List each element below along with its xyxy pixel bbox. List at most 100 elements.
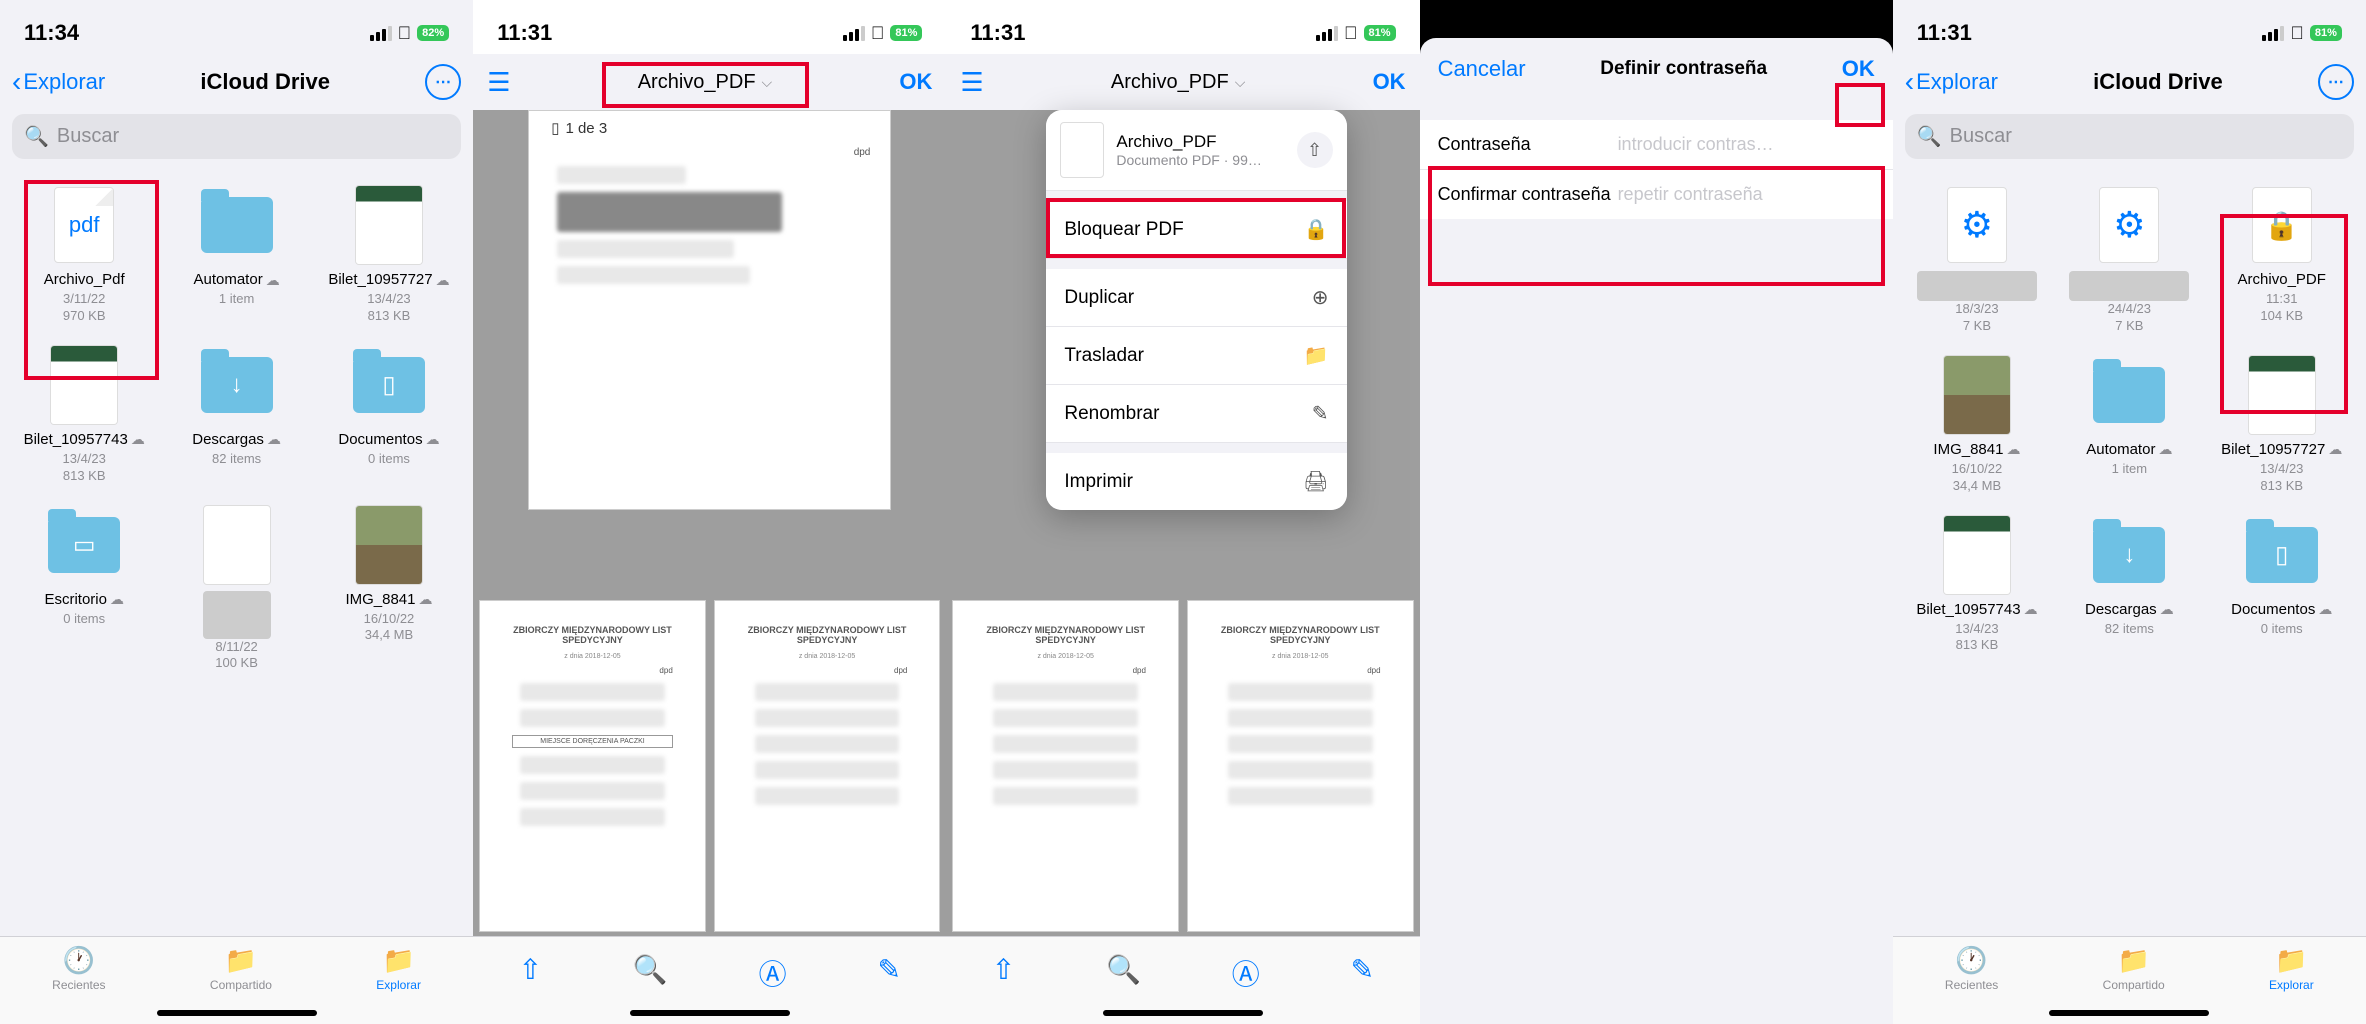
- search-icon[interactable]: 🔍: [633, 953, 668, 986]
- brand-label: dpd: [549, 147, 870, 158]
- menu-duplicate[interactable]: Duplicar⊕: [1046, 269, 1346, 327]
- status-bar: 11:31 􀙇 81%: [473, 0, 946, 54]
- clock-icon: 🕐: [1955, 945, 1987, 976]
- file-item[interactable]: Automator☁︎1 item: [2053, 349, 2205, 501]
- file-item[interactable]: ▭Escritorio☁︎0 items: [8, 499, 160, 679]
- menu-label: Bloquear PDF: [1064, 219, 1183, 241]
- status-icons: 􀙇 81%: [2262, 23, 2342, 44]
- menu-move[interactable]: Trasladar📁: [1046, 327, 1346, 385]
- markup-icon[interactable]: Ⓐ: [759, 953, 787, 993]
- tab-browse[interactable]: 📁Explorar: [376, 945, 421, 1024]
- list-icon[interactable]: ☰: [960, 67, 983, 98]
- file-size: 970 KB: [63, 308, 106, 325]
- file-meta: 0 items: [63, 611, 105, 628]
- file-name: Descargas☁︎: [2085, 601, 2174, 619]
- cloud-icon: ☁︎: [2318, 601, 2332, 618]
- list-icon[interactable]: ☰: [487, 67, 510, 98]
- menu-lock-pdf[interactable]: Bloquear PDF🔒: [1046, 201, 1346, 259]
- menu-print[interactable]: Imprimir🖨: [1046, 453, 1346, 510]
- doc-section: MIEJSCE DORĘCZENIA PACZKI: [512, 735, 673, 748]
- page-counter: ▯1 de 3: [541, 115, 617, 141]
- thumbnail-icon: [2248, 355, 2316, 435]
- file-item[interactable]: pdfArchivo_Pdf3/11/22970 KB: [8, 179, 160, 331]
- file-item[interactable]: IMG_8841☁︎16/10/2234,4 MB: [1901, 349, 2053, 501]
- share-icon[interactable]: ⇧: [992, 953, 1015, 986]
- file-name: Bilet_10957743☁︎: [24, 431, 145, 449]
- file-meta: 1 item: [2112, 461, 2147, 478]
- doc-title: Archivo_PDF: [1111, 71, 1229, 94]
- tab-label: Recientes: [1945, 978, 1998, 992]
- doc-subheading: z dnia 2018-12-05: [747, 653, 908, 660]
- folder-icon: ▭: [48, 517, 120, 573]
- more-button[interactable]: ⋯: [425, 64, 461, 100]
- back-label: Explorar: [1916, 69, 1998, 95]
- tab-recent[interactable]: 🕐Recientes: [52, 945, 105, 1024]
- cancel-button[interactable]: Cancelar: [1438, 56, 1526, 82]
- document-icon: ▯: [382, 370, 395, 399]
- home-indicator[interactable]: [2049, 1010, 2209, 1016]
- shared-folder-icon: 📁: [225, 945, 257, 976]
- edit-icon[interactable]: ✎: [877, 953, 900, 986]
- home-indicator[interactable]: [1103, 1010, 1263, 1016]
- file-item[interactable]: IMG_8841☁︎16/10/2234,4 MB: [313, 499, 465, 679]
- file-thumbnail-icon: [1060, 122, 1104, 178]
- file-date: 24/4/23: [2108, 301, 2151, 318]
- title-dropdown[interactable]: Archivo_PDF⌵: [1111, 71, 1245, 94]
- search-input[interactable]: 🔍Buscar: [12, 114, 461, 159]
- confirm-input[interactable]: repetir contraseña: [1618, 184, 1875, 205]
- menu-label: Duplicar: [1064, 287, 1134, 309]
- share-icon[interactable]: ⇧: [519, 953, 542, 986]
- file-size: 813 KB: [63, 468, 106, 485]
- cloud-icon: ☁︎: [2158, 441, 2172, 458]
- home-indicator[interactable]: [630, 1010, 790, 1016]
- status-icons: 􀙇 82%: [370, 23, 450, 44]
- file-item[interactable]: 🔒Archivo_PDF11:31104 KB: [2206, 179, 2358, 341]
- file-item[interactable]: ↓Descargas☁︎82 items: [160, 339, 312, 491]
- file-item[interactable]: ▯Documentos☁︎0 items: [2206, 509, 2358, 661]
- file-item[interactable]: Automator☁︎1 item: [160, 179, 312, 331]
- password-input[interactable]: introducir contras…: [1618, 134, 1875, 155]
- file-item[interactable]: ↓Descargas☁︎82 items: [2053, 509, 2205, 661]
- edit-icon[interactable]: ✎: [1351, 953, 1374, 986]
- file-item[interactable]: Bilet_10957743☁︎13/4/23813 KB: [1901, 509, 2053, 661]
- file-item[interactable]: ⚙18/3/237 KB: [1901, 179, 2053, 341]
- back-button[interactable]: ‹Explorar: [1905, 66, 1998, 98]
- file-item[interactable]: Bilet_10957727☁︎13/4/23813 KB: [2206, 349, 2358, 501]
- markup-icon[interactable]: Ⓐ: [1232, 953, 1260, 993]
- search-input[interactable]: 🔍Buscar: [1905, 114, 2354, 159]
- menu-rename[interactable]: Renombrar✎: [1046, 385, 1346, 443]
- file-name: IMG_8841☁︎: [345, 591, 432, 609]
- file-name: Documentos☁︎: [338, 431, 439, 449]
- title-dropdown[interactable]: Archivo_PDF⌵: [638, 71, 772, 94]
- folder-icon: ▯: [2246, 527, 2318, 583]
- folder-icon: [201, 197, 273, 253]
- tab-recent[interactable]: 🕐 Recientes: [1945, 945, 1998, 1024]
- gear-icon: ⚙: [2099, 187, 2159, 263]
- ok-button[interactable]: OK: [1842, 56, 1875, 82]
- file-date: 8/11/22: [215, 639, 257, 656]
- file-item[interactable]: ⚙24/4/237 KB: [2053, 179, 2205, 341]
- file-item[interactable]: Bilet_10957727☁︎13/4/23813 KB: [313, 179, 465, 331]
- file-item[interactable]: Bilet_10957743☁︎13/4/23813 KB: [8, 339, 160, 491]
- doc-heading: ZBIORCZY MIĘDZYNARODOWY LIST SPEDYCYJNY: [985, 625, 1146, 645]
- ok-button[interactable]: OK: [899, 69, 932, 95]
- file-item[interactable]: 8/11/22100 KB: [160, 499, 312, 679]
- more-button[interactable]: ⋯: [2318, 64, 2354, 100]
- file-item[interactable]: ▯Documentos☁︎0 items: [313, 339, 465, 491]
- ok-button[interactable]: OK: [1373, 69, 1406, 95]
- cloud-icon: ☁︎: [131, 431, 145, 448]
- back-button[interactable]: ‹Explorar: [12, 66, 105, 98]
- cloud-icon: ☁︎: [2160, 601, 2174, 618]
- file-date: 18/3/23: [1955, 301, 1998, 318]
- search-icon[interactable]: 🔍: [1106, 953, 1141, 986]
- doc-nav: ☰ Archivo_PDF⌵ OK: [473, 54, 946, 110]
- doc-viewport[interactable]: ▯1 de 3 dpd ZBIORCZY MIĘDZYNARODOWY LIST…: [473, 110, 946, 936]
- nav-title: iCloud Drive: [200, 69, 330, 95]
- share-button[interactable]: ⇧: [1297, 132, 1333, 168]
- tab-browse[interactable]: 📁Explorar: [2269, 945, 2314, 1024]
- pdf-page-2[interactable]: ZBIORCZY MIĘDZYNARODOWY LIST SPEDYCYJNY …: [479, 600, 706, 932]
- home-indicator[interactable]: [157, 1010, 317, 1016]
- screen-2-pdf-view: 11:31 􀙇 81% ☰ Archivo_PDF⌵ OK ▯1 de 3 dp…: [473, 0, 946, 1024]
- tab-label: Compartido: [2103, 978, 2165, 992]
- pdf-page-3[interactable]: ZBIORCZY MIĘDZYNARODOWY LIST SPEDYCYJNY …: [714, 600, 941, 932]
